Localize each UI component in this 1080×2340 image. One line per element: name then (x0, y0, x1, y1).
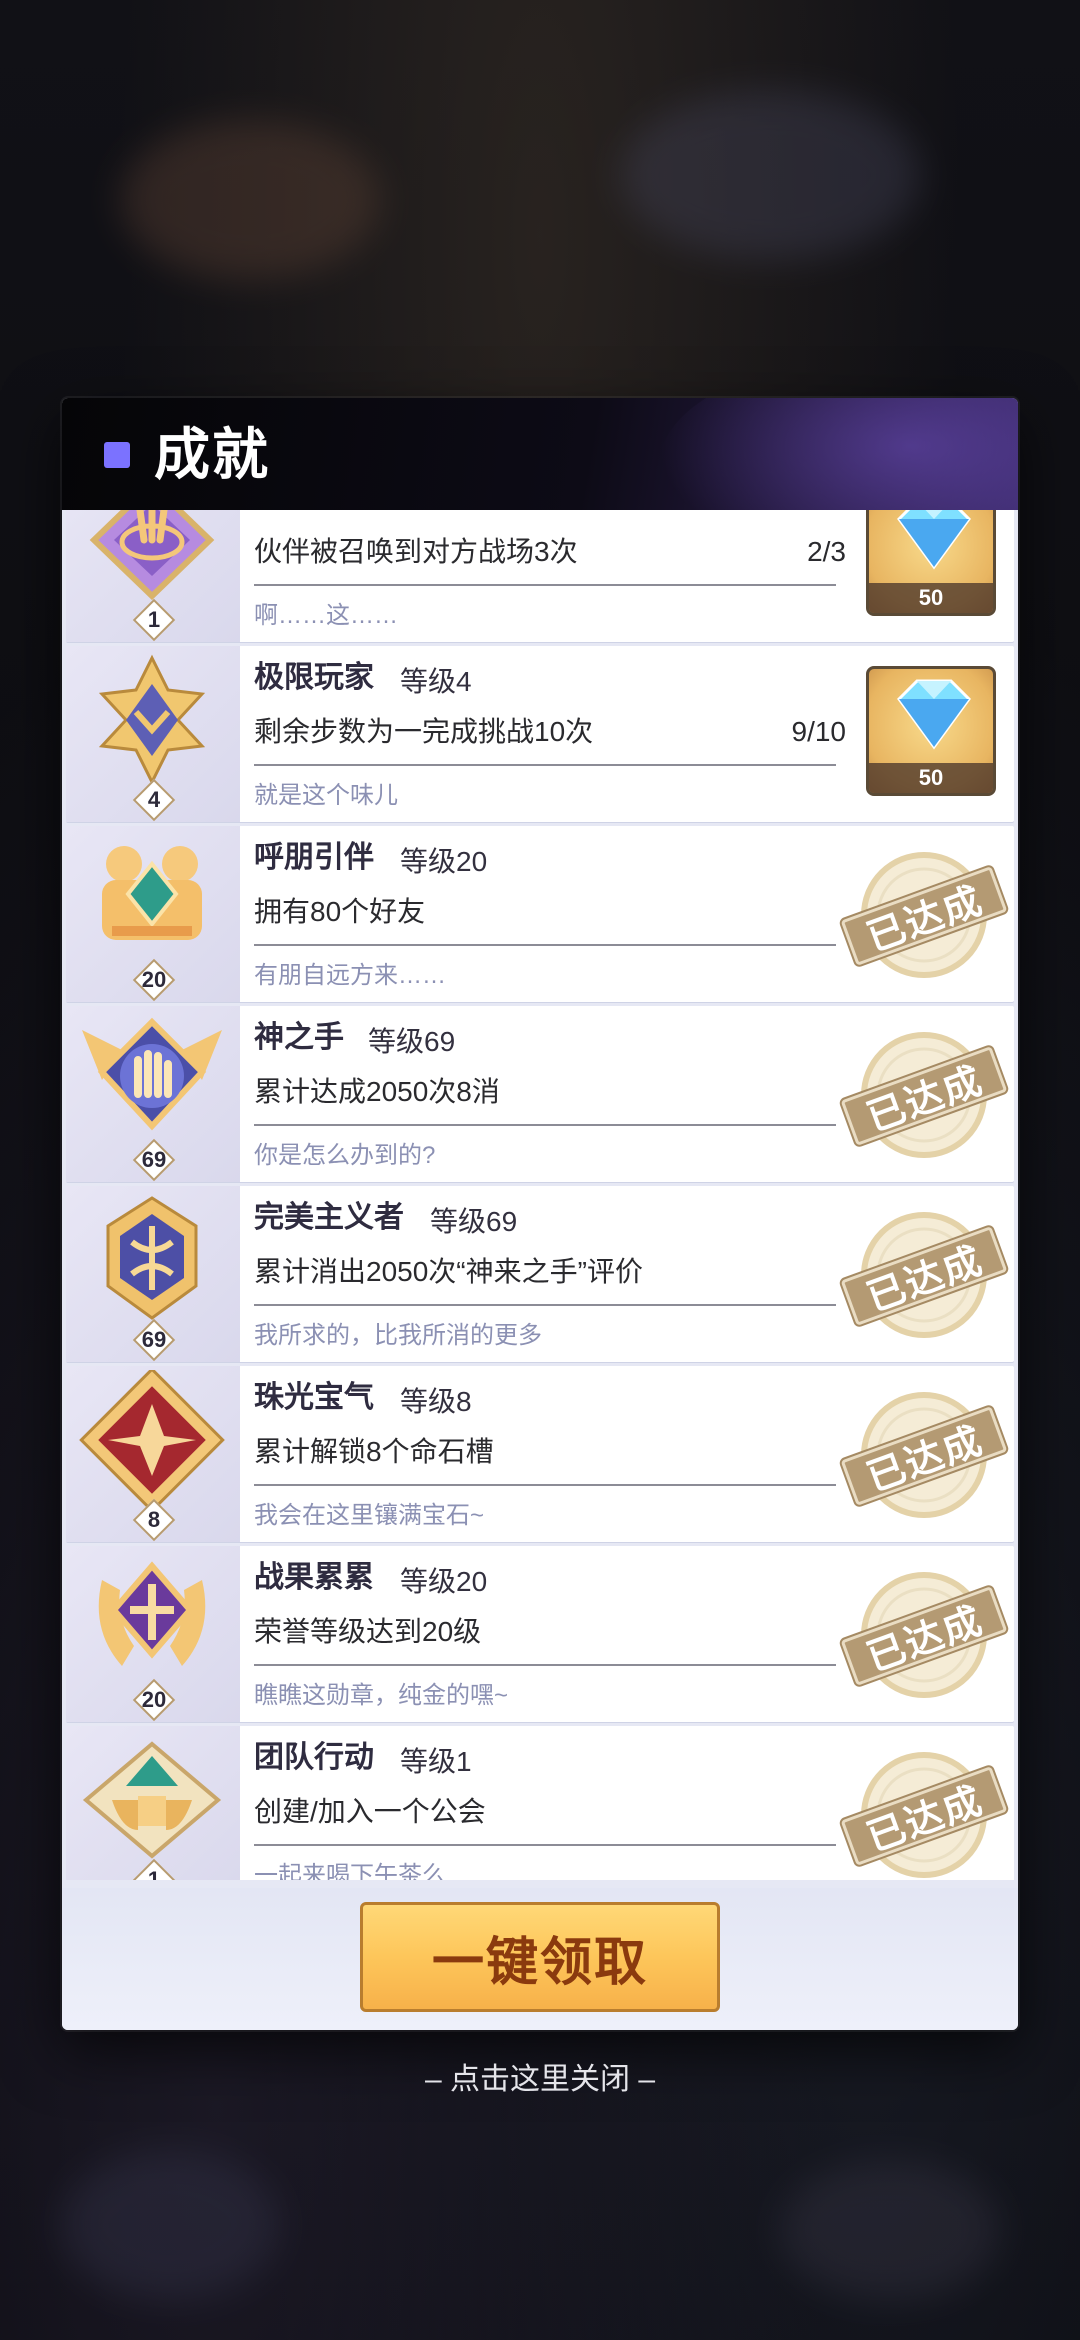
badge-level-tag: 20 (131, 958, 177, 1002)
achievement-flavor-text: 瞧瞧这勋章，纯金的嘿~ (254, 1682, 509, 1709)
diamond-reward-button[interactable]: 50 (866, 510, 996, 616)
achievement-badge: 69 (66, 1006, 240, 1182)
completed-stamp: 已达成 (836, 840, 1012, 990)
achievement-badge: 20 (66, 826, 240, 1002)
achievement-name: 战果累累 (254, 1560, 374, 1595)
achievement-name: 珠光宝气 (254, 1380, 374, 1415)
close-dialog-hint[interactable]: – 点击这里关闭 – (340, 2058, 740, 2102)
completed-stamp: 已达成 (836, 1380, 1012, 1530)
backdrop-blur (780, 2160, 1000, 2300)
row-divider (254, 1124, 836, 1126)
achievement-flavor-text: 一起来喝下午茶么 (254, 1862, 446, 1880)
achievement-name: 神之手 (254, 1020, 344, 1055)
badge-level-tag: 69 (131, 1138, 177, 1182)
row-divider (254, 1484, 836, 1486)
achievement-flavor-text: 你是怎么办到的? (254, 1142, 436, 1169)
row-divider (254, 1304, 836, 1306)
completed-stamp: 已达成 (836, 1740, 1012, 1880)
achievement-flavor-text: 啊……这…… (254, 602, 398, 629)
achievement-description: 创建/加入一个公会 (254, 1796, 486, 1827)
achievement-progress: 9/10 (791, 716, 847, 747)
achievement-badge: 8 (66, 1366, 240, 1542)
badge-level-tag: 1 (131, 598, 177, 642)
backdrop-blur (620, 90, 920, 260)
achievement-row[interactable]: 1 伙伴被召唤到对方战场3次 2/3 啊……这…… 50 (66, 510, 1014, 642)
completed-stamp: 已达成 (836, 1560, 1012, 1710)
badge-level-tag: 20 (131, 1678, 177, 1722)
achievement-flavor-text: 我所求的，比我所消的更多 (254, 1322, 542, 1349)
row-divider (254, 944, 836, 946)
achievement-flavor-text: 我会在这里镶满宝石~ (254, 1502, 485, 1529)
achievement-row[interactable]: 20 呼朋引伴 等级20 拥有80个好友 有朋自远方来…… 已达成 (66, 826, 1014, 1002)
badge-level-tag: 4 (131, 778, 177, 822)
diamond-gem-icon (897, 679, 971, 750)
achievement-level: 等级4 (400, 666, 472, 697)
achievement-row[interactable]: 1 团队行动 等级1 创建/加入一个公会 一起来喝下午茶么 已达成 (66, 1726, 1014, 1880)
achievement-name: 极限玩家 (254, 660, 374, 695)
header-decoration (658, 398, 1018, 510)
achievement-row[interactable]: 69 神之手 等级69 累计达成2050次8消 你是怎么办到的? 已达成 (66, 1006, 1014, 1182)
diamond-gem-icon (897, 510, 971, 570)
title-marker-icon (104, 442, 130, 468)
achievement-description: 荣誉等级达到20级 (254, 1616, 482, 1647)
medal-badge-icon (98, 1561, 206, 1666)
dialog-header: 成就 (62, 398, 1018, 510)
backdrop-blur (120, 120, 380, 280)
row-divider (254, 764, 836, 766)
achievement-name: 团队行动 (254, 1740, 374, 1775)
dialog-title: 成就 (154, 422, 270, 488)
achievement-level: 等级69 (368, 1026, 456, 1057)
row-divider (254, 1844, 836, 1846)
achievement-flavor-text: 有朋自远方来…… (254, 962, 446, 989)
badge-level-tag: 69 (131, 1318, 177, 1362)
achievement-description: 伙伴被召唤到对方战场3次 (254, 536, 578, 567)
backdrop-blur (60, 2150, 280, 2300)
achievement-level: 等级1 (400, 1746, 472, 1777)
achievement-description: 累计消出2050次“神来之手”评价 (254, 1256, 643, 1287)
reward-count: 50 (869, 763, 993, 793)
achievement-progress: 2/3 (807, 536, 846, 567)
achievement-description: 剩余步数为一完成挑战10次 (254, 716, 594, 747)
achievement-badge: 1 (66, 510, 240, 642)
row-divider (254, 1664, 836, 1666)
crown-star-badge-icon (98, 654, 206, 786)
friends-badge-icon (102, 846, 202, 940)
achievement-level: 等级69 (430, 1206, 518, 1237)
achievement-name: 呼朋引伴 (254, 840, 374, 875)
achievement-description: 累计解锁8个命石槽 (254, 1436, 494, 1467)
claim-all-button[interactable]: 一键领取 (360, 1902, 720, 2012)
achievement-row[interactable]: 20 战果累累 等级20 荣誉等级达到20级 瞧瞧这勋章，纯金的嘿~ 已达成 (66, 1546, 1014, 1722)
achievement-badge: 1 (66, 1726, 240, 1880)
achievement-badge: 20 (66, 1546, 240, 1722)
achievement-row[interactable]: 4 极限玩家 等级4 剩余步数为一完成挑战10次 9/10 就是这个味儿 50 (66, 646, 1014, 822)
hand-swirl-badge-icon (89, 510, 215, 601)
achievement-description: 累计达成2050次8消 (254, 1076, 500, 1107)
achievement-badge: 69 (66, 1186, 240, 1362)
achievement-list[interactable]: 1 伙伴被召唤到对方战场3次 2/3 啊……这…… 50 4 极限玩家 等级4 … (62, 510, 1018, 1880)
achievement-level: 等级8 (400, 1386, 472, 1417)
row-divider (254, 584, 836, 586)
ornament-badge-icon (106, 1196, 198, 1320)
gem-flower-badge-icon (79, 1370, 225, 1510)
dialog-footer: 一键领取 (62, 1888, 1018, 2030)
diamond-reward-button[interactable]: 50 (866, 666, 996, 796)
badge-level-tag: 1 (131, 1858, 177, 1880)
achievement-description: 拥有80个好友 (254, 896, 426, 927)
achievement-row[interactable]: 8 珠光宝气 等级8 累计解锁8个命石槽 我会在这里镶满宝石~ 已达成 (66, 1366, 1014, 1542)
achievement-level: 等级20 (400, 846, 488, 877)
achievement-name: 完美主义者 (254, 1200, 404, 1235)
completed-stamp: 已达成 (836, 1200, 1012, 1350)
divine-hand-badge-icon (82, 1017, 222, 1131)
completed-stamp: 已达成 (836, 1020, 1012, 1170)
achievement-row[interactable]: 69 完美主义者 等级69 累计消出2050次“神来之手”评价 我所求的，比我所… (66, 1186, 1014, 1362)
teacup-badge-icon (82, 1741, 222, 1859)
reward-count: 50 (869, 583, 993, 613)
achievement-badge: 4 (66, 646, 240, 822)
achievement-flavor-text: 就是这个味儿 (254, 782, 398, 809)
badge-level-tag: 8 (131, 1498, 177, 1542)
achievement-level: 等级20 (400, 1566, 488, 1597)
achievements-dialog: 成就 1 伙伴被召唤到对方战场3次 2/3 啊……这…… 50 4 极限玩家 等… (62, 398, 1018, 2030)
